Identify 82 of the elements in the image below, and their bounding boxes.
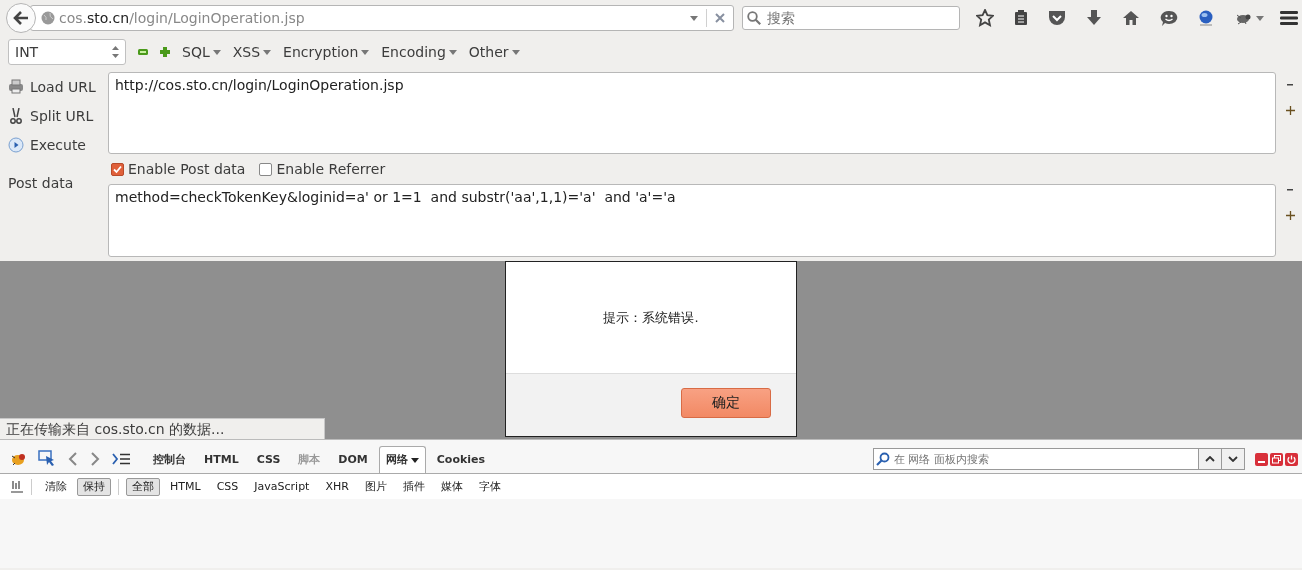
star-icon[interactable] [976,9,994,27]
status-text: 正在传输来自 cos.sto.cn 的数据... [0,418,325,439]
panel-tab[interactable]: CSS [249,446,288,473]
pocket-icon[interactable] [1048,10,1066,26]
checkbox-label: Enable Post data [128,161,246,177]
caret-icon [511,49,520,55]
minimize-icon[interactable] [1255,452,1268,466]
filter-button[interactable]: 全部 [126,477,160,496]
url-textarea[interactable]: http://cos.sto.cn/login/LoginOperation.jsp [108,72,1276,154]
panel-search-field[interactable]: 在 网络 面板内搜索 [873,448,1199,470]
increase-icon[interactable] [160,47,170,57]
clear-icon[interactable] [715,13,725,23]
panel-tab[interactable]: HTML [197,446,246,473]
filter-button[interactable]: 字体 [472,477,507,496]
toolbar-button[interactable]: 保持 [77,477,111,496]
checkbox-label: Enable Referrer [276,161,386,177]
caret-icon [361,49,370,55]
plus-icon[interactable] [1285,211,1295,220]
action-link[interactable]: Execute [30,136,86,153]
xhr-bars-icon[interactable] [10,479,24,494]
clipboard-icon[interactable] [1014,10,1028,26]
back-arrow-icon [13,11,29,25]
dropdown-caret-icon[interactable] [1256,15,1264,21]
toolbar-button[interactable]: 清除 [39,477,73,496]
back-button[interactable] [6,3,36,33]
menu-button[interactable]: XSS [232,44,272,60]
caret-icon [410,457,419,463]
url-text: cos.sto.cn/login/LoginOperation.jsp [59,10,306,26]
minus-icon[interactable] [1287,189,1293,191]
previous-button[interactable] [1199,448,1222,470]
command-line-icon[interactable] [112,453,130,465]
chevron-down-icon [1228,456,1238,462]
forward-icon[interactable] [90,452,100,466]
ok-button[interactable]: 确定 [681,388,771,418]
filter-button[interactable]: CSS [210,477,245,496]
minus-icon[interactable] [1287,84,1293,86]
address-bar[interactable]: cos.sto.cn/login/LoginOperation.jsp [30,5,734,31]
filter-button[interactable]: HTML [164,477,207,496]
menu-button[interactable]: Encryption [283,44,370,60]
dialog-message: 提示：系统错误. [603,308,699,327]
inspect-pointer-icon[interactable] [38,450,56,468]
panel-tab[interactable]: 控制台 [146,446,193,473]
type-select[interactable]: INT [8,39,126,65]
decrease-icon[interactable] [138,49,148,55]
post-data-label: Post data [8,175,74,191]
search-field[interactable]: 搜索 [742,6,960,30]
filter-button[interactable]: 图片 [358,477,393,496]
filter-button[interactable]: XHR [319,477,355,496]
filter-button[interactable]: 插件 [396,477,431,496]
printer-icon[interactable] [8,78,24,95]
panel-tab[interactable]: 网络 [378,446,426,473]
menu-button[interactable]: Encoding [381,44,457,60]
checkbox[interactable] [111,162,124,176]
globe-icon[interactable] [1198,10,1214,26]
spinner-arrows-icon [112,46,119,58]
chevron-up-icon [1205,456,1215,462]
globe-icon [41,11,55,25]
menu-button[interactable]: SQL [182,44,221,60]
checkbox[interactable] [259,162,273,176]
dropdown-caret-icon[interactable] [690,15,698,21]
chat-smile-icon[interactable] [1160,9,1178,27]
panel-tab[interactable]: DOM [331,446,375,473]
filter-button[interactable]: JavaScript [248,477,316,496]
play-icon[interactable] [8,136,24,153]
action-link[interactable]: Load URL [30,78,96,95]
scissors-icon[interactable] [8,107,24,124]
detach-icon[interactable] [1270,452,1283,466]
caret-icon [263,49,272,55]
caret-icon [212,49,221,55]
home-icon[interactable] [1122,10,1140,26]
plus-icon[interactable] [1285,106,1295,115]
back-icon[interactable] [68,452,78,466]
power-icon[interactable] [1285,452,1298,466]
panel-tab[interactable]: Cookies [429,446,493,473]
action-link[interactable]: Split URL [30,107,94,124]
caret-icon [448,49,457,55]
next-button[interactable] [1222,448,1245,470]
menu-icon[interactable] [1280,11,1298,25]
filter-button[interactable]: 媒体 [434,477,469,496]
download-icon[interactable] [1086,10,1102,26]
post-data-textarea[interactable]: method=checkTokenKey&loginid=a' or 1=1 and substr('aa',1,1)='a' and 'a'='a [108,184,1276,257]
menu-button[interactable]: Other [468,44,520,60]
